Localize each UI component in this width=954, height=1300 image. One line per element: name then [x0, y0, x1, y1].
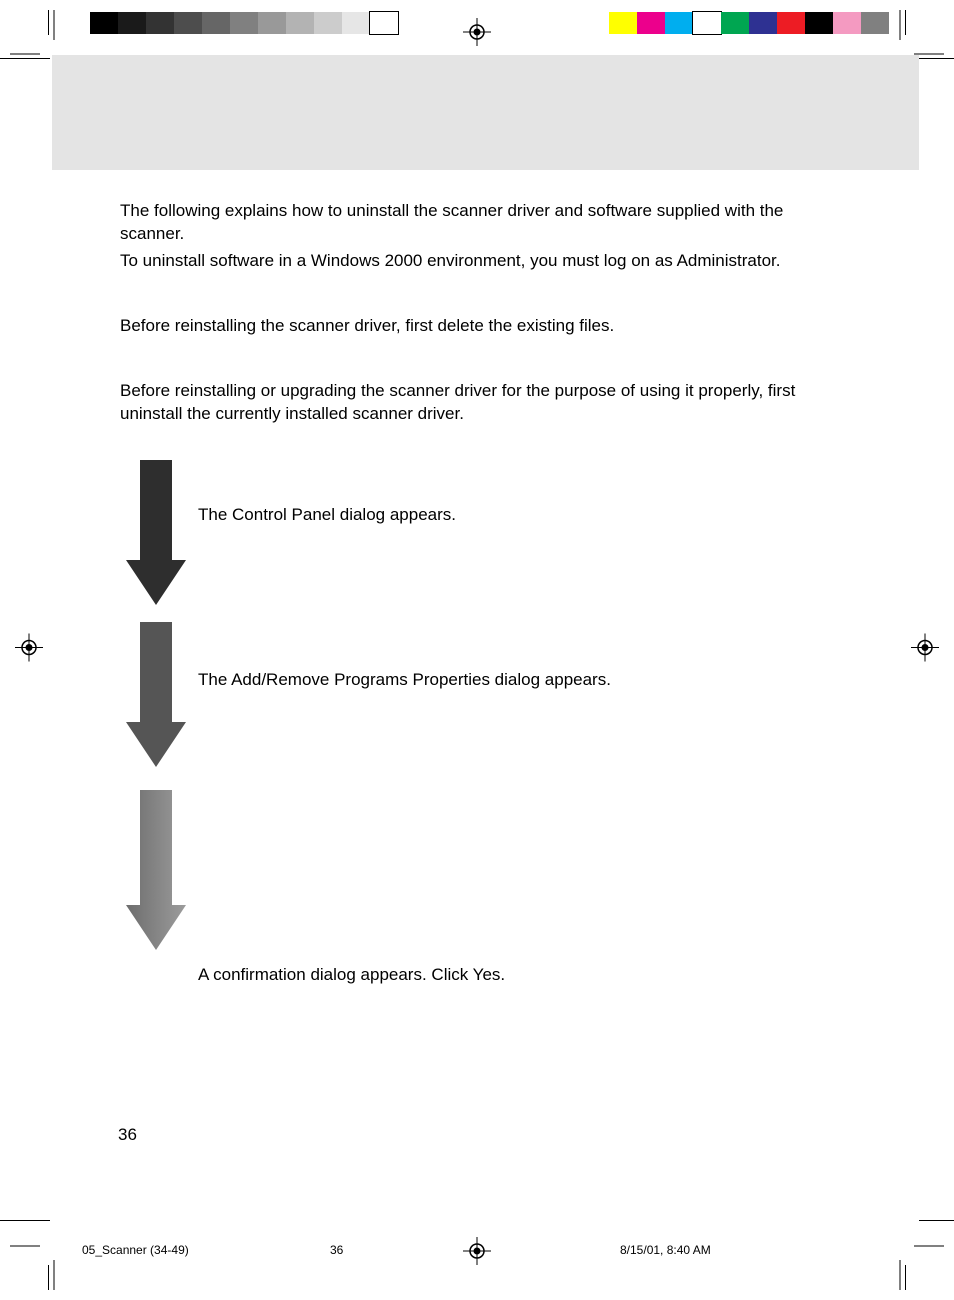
footer-page: 36	[330, 1243, 343, 1257]
step-note-3: A confirmation dialog appears. Click Yes…	[198, 965, 505, 985]
intro-paragraph-2: To uninstall software in a Windows 2000 …	[120, 250, 850, 273]
footer-timestamp: 8/15/01, 8:40 AM	[620, 1243, 711, 1257]
arrow-down-icon	[126, 622, 186, 767]
step-note-1: The Control Panel dialog appears.	[198, 505, 456, 525]
intro-paragraph-1: The following explains how to uninstall …	[120, 200, 850, 246]
trim-line	[919, 1220, 954, 1221]
trim-line	[0, 58, 50, 59]
trim-line	[905, 10, 906, 35]
footer-filename: 05_Scanner (34-49)	[82, 1243, 189, 1257]
trim-line	[905, 1265, 906, 1290]
registration-mark-icon	[463, 1237, 491, 1270]
trim-line	[48, 1265, 49, 1290]
color-bar	[609, 12, 889, 39]
trim-line	[0, 1220, 50, 1221]
trim-line	[919, 58, 954, 59]
grayscale-bar	[90, 12, 398, 39]
page-number: 36	[118, 1125, 137, 1145]
arrow-down-icon	[126, 460, 186, 605]
header-band	[52, 55, 919, 170]
arrow-down-icon	[126, 790, 186, 950]
section-note-2: Before reinstalling or upgrading the sca…	[120, 380, 850, 426]
registration-mark-icon	[911, 634, 939, 667]
registration-mark-icon	[463, 18, 491, 51]
step-note-2: The Add/Remove Programs Properties dialo…	[198, 670, 611, 690]
trim-line	[48, 10, 49, 35]
registration-mark-icon	[15, 634, 43, 667]
section-note-1: Before reinstalling the scanner driver, …	[120, 315, 850, 338]
